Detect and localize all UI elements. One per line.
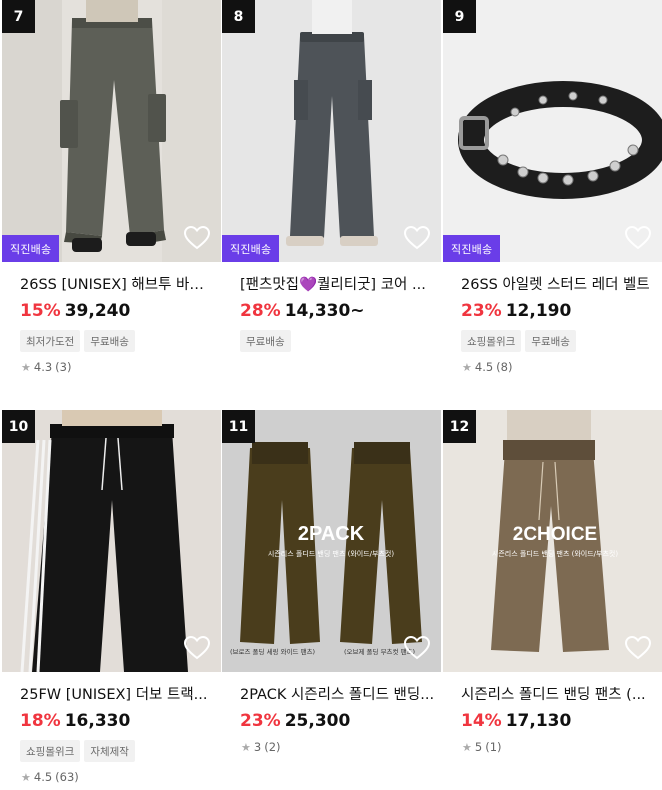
product-grid: 7 직진배송 26SS [UNISEX] 해브투 바이... 15% 39,240… (0, 0, 662, 790)
product-title[interactable]: 26SS 아일렛 스터드 레더 벨트 (461, 276, 656, 294)
rating-score: 4.3 (33, 360, 53, 374)
belt-photo (443, 0, 662, 262)
heart-outline-icon[interactable] (403, 634, 431, 662)
tag: 최저가도전 (20, 330, 81, 352)
rank-badge: 9 (443, 0, 476, 33)
star-icon: ★ (21, 770, 31, 784)
tag-list: 쇼핑몰위크 무료배송 (461, 330, 576, 352)
rank-badge: 10 (2, 410, 35, 443)
discount-rate: 18% (20, 711, 61, 731)
tag-list: 쇼핑몰위크 자체제작 (20, 740, 135, 762)
price: 12,190 (505, 301, 572, 321)
cargo-pants-photo (2, 0, 221, 262)
price-row: 14% 17,130 (461, 710, 571, 732)
direct-shipping-badge: 직진배송 (222, 235, 280, 262)
tag: 무료배송 (240, 330, 291, 352)
product-image[interactable]: 2PACK 시즌리스 폴디드 밴딩 팬츠 (와이드/부츠컷) (브로즈 폴딩 세… (222, 410, 441, 672)
heart-outline-icon[interactable] (624, 224, 652, 252)
rating-score: 5 (474, 740, 483, 754)
price-row: 23% 12,190 (461, 300, 571, 322)
heart-outline-icon[interactable] (624, 634, 652, 662)
two-pack-pants-photo: 2PACK 시즌리스 폴디드 밴딩 팬츠 (와이드/부츠컷) (브로즈 폴딩 세… (222, 410, 441, 672)
product-title[interactable]: [팬츠맛집💜퀄리티굿] 코어 ... (240, 276, 435, 294)
price-row: 18% 16,330 (20, 710, 130, 732)
price: 14,330~ (284, 301, 365, 321)
direct-shipping-badge: 직진배송 (443, 235, 501, 262)
tag-list: 무료배송 (240, 330, 291, 352)
tag: 쇼핑몰위크 (461, 330, 522, 352)
track-pants-photo (2, 410, 221, 672)
review-count: (8) (496, 360, 513, 374)
heart-outline-icon[interactable] (183, 634, 211, 662)
price: 39,240 (64, 301, 131, 321)
price: 17,130 (505, 711, 572, 731)
tag: 자체제작 (84, 740, 135, 762)
review-count: (1) (485, 740, 502, 754)
price-row: 28% 14,330~ (240, 300, 365, 322)
product-title[interactable]: 2PACK 시즌리스 폴디드 밴딩... (240, 686, 435, 704)
brown-pants-photo: 2CHOICE 시즌리스 폴디드 밴딩 팬츠 (와이드/부츠컷) (443, 410, 662, 672)
image-overlay-title: 2PACK (298, 523, 365, 545)
rank-badge: 8 (222, 0, 255, 33)
grey-pants-photo (222, 0, 441, 262)
tag: 무료배송 (84, 330, 135, 352)
star-icon: ★ (21, 360, 31, 374)
rank-badge: 11 (222, 410, 255, 443)
discount-rate: 14% (461, 711, 502, 731)
discount-rate: 23% (240, 711, 281, 731)
rating: ★ 4.5 (63) (21, 770, 79, 784)
rating: ★ 3 (2) (241, 740, 281, 754)
star-icon: ★ (462, 360, 472, 374)
price-row: 15% 39,240 (20, 300, 130, 322)
rank-badge: 12 (443, 410, 476, 443)
product-title[interactable]: 시즌리스 폴디드 밴딩 팬츠 (... (461, 686, 656, 704)
review-count: (2) (264, 740, 281, 754)
tag-list: 최저가도전 무료배송 (20, 330, 135, 352)
price: 25,300 (284, 711, 351, 731)
rating: ★ 5 (1) (462, 740, 502, 754)
product-image[interactable]: 7 직진배송 (2, 0, 221, 262)
rating-score: 4.5 (33, 770, 53, 784)
product-image[interactable]: 9 직진배송 (443, 0, 662, 262)
tag: 쇼핑몰위크 (20, 740, 81, 762)
star-icon: ★ (462, 740, 472, 754)
star-icon: ★ (241, 740, 251, 754)
discount-rate: 15% (20, 301, 61, 321)
rating: ★ 4.5 (8) (462, 360, 512, 374)
rating: ★ 4.3 (3) (21, 360, 71, 374)
price: 16,330 (64, 711, 131, 731)
image-overlay-title: 2CHOICE (513, 524, 597, 545)
product-title[interactable]: 26SS [UNISEX] 해브투 바이... (20, 276, 215, 294)
heart-outline-icon[interactable] (403, 224, 431, 252)
product-title[interactable]: 25FW [UNISEX] 더보 트랙... (20, 686, 215, 704)
direct-shipping-badge: 직진배송 (2, 235, 60, 262)
discount-rate: 23% (461, 301, 502, 321)
review-count: (63) (55, 770, 79, 784)
discount-rate: 28% (240, 301, 281, 321)
price-row: 23% 25,300 (240, 710, 350, 732)
image-caption-left: (브로즈 폴딩 세링 와이드 팬츠) (230, 647, 315, 656)
heart-outline-icon[interactable] (183, 224, 211, 252)
tag: 무료배송 (525, 330, 576, 352)
image-overlay-subtitle: 시즌리스 폴디드 밴딩 팬츠 (와이드/부츠컷) (268, 549, 394, 558)
rank-badge: 7 (2, 0, 35, 33)
rating-score: 3 (253, 740, 262, 754)
product-image[interactable]: 10 (2, 410, 221, 672)
product-image[interactable]: 8 직진배송 (222, 0, 441, 262)
review-count: (3) (55, 360, 72, 374)
rating-score: 4.5 (474, 360, 494, 374)
product-image[interactable]: 2CHOICE 시즌리스 폴디드 밴딩 팬츠 (와이드/부츠컷) 12 (443, 410, 662, 672)
image-overlay-subtitle: 시즌리스 폴디드 밴딩 팬츠 (와이드/부츠컷) (492, 549, 618, 558)
